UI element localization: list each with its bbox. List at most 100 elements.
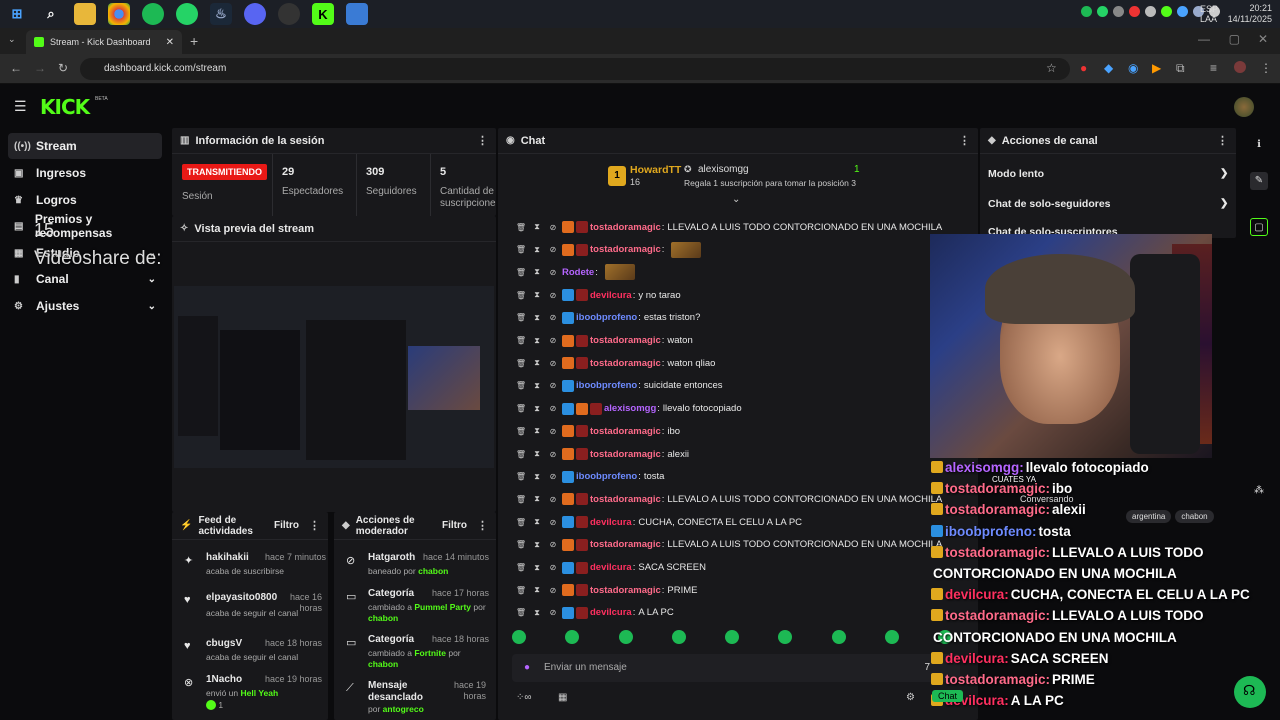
extension-icon-3[interactable]: ◉ (1128, 61, 1138, 75)
chat-username[interactable]: iboobprofeno (576, 380, 637, 391)
stream-preview-video[interactable] (174, 286, 494, 468)
record-tray-icon[interactable] (1129, 6, 1140, 17)
ban-icon[interactable]: ⊘ (546, 404, 560, 413)
chat-message[interactable]: 🗑 ⧗ ⊘ tostadoramagic: ibo (514, 422, 680, 440)
extension-icon-4[interactable]: ▶ (1152, 61, 1161, 75)
extension-icon[interactable]: ● (1080, 61, 1087, 75)
mod-item-actor[interactable]: chabon (368, 659, 398, 669)
emote-icon[interactable] (671, 630, 686, 644)
emote-icon[interactable] (565, 630, 580, 644)
more-options-icon[interactable]: ⋮ (477, 134, 488, 147)
sidebar-item-logros[interactable]: ♛ Logros (8, 187, 162, 213)
mod-item-name[interactable]: Categoría (368, 588, 414, 600)
tag-chip[interactable]: chabon (1175, 510, 1214, 523)
media-icon[interactable]: ≡ (1210, 61, 1217, 75)
bookmark-star-icon[interactable]: ☆ (1046, 61, 1057, 75)
trash-icon[interactable]: 🗑 (514, 336, 528, 345)
chat-message[interactable]: 🗑 ⧗ ⊘ tostadoramagic: LLEVALO A LUIS TODO CO… (514, 490, 942, 508)
profile-avatar-icon[interactable] (1234, 61, 1246, 73)
settings-icon[interactable]: ⚙ (906, 692, 915, 703)
ban-icon[interactable]: ⊘ (546, 563, 560, 572)
trash-icon[interactable]: 🗑 (514, 563, 528, 572)
chat-username[interactable]: iboobprofeno (576, 312, 637, 323)
steam-icon[interactable]: ♨ (210, 3, 232, 25)
trash-icon[interactable]: 🗑 (514, 450, 528, 459)
edit-icon[interactable]: ✎ (1250, 172, 1268, 190)
mod-filter-button[interactable]: Filtro (442, 520, 467, 531)
sidebar-item-premios[interactable]: ▤ Premios y recompensas (8, 212, 162, 240)
chat-username[interactable]: Rodete (562, 267, 594, 278)
ban-icon[interactable]: ⊘ (546, 518, 560, 527)
chat-message[interactable]: 🗑 ⧗ ⊘ tostadoramagic: (514, 241, 702, 259)
forward-icon[interactable]: → (34, 61, 46, 75)
action-slow-mode[interactable]: Modo lento ❯ (988, 168, 1228, 180)
chat-message[interactable]: 🗑 ⧗ ⊘ devilcura: CUCHA, CONECTA EL CELU A LA… (514, 513, 802, 531)
chat-message[interactable]: 🗑 ⧗ ⊘ devilcura: SACA SCREEN (514, 559, 706, 577)
chat-message[interactable]: 🗑 ⧗ ⊘ alexisomgg: llevalo fotocopiado (514, 400, 742, 418)
tag-chip[interactable]: argentina (1126, 510, 1172, 523)
back-icon[interactable]: ← (10, 61, 22, 75)
timeout-icon[interactable]: ⧗ (530, 245, 544, 255)
file-explorer-icon[interactable] (74, 3, 96, 25)
close-tab-icon[interactable]: ✕ (166, 37, 174, 48)
more-options-icon[interactable]: ⋮ (1217, 134, 1228, 147)
sidebar-item-ingresos[interactable]: ▣ Ingresos (8, 160, 162, 186)
leaderboard-user[interactable]: HowardTT (630, 164, 681, 176)
more-options-icon[interactable]: ⋮ (309, 519, 320, 532)
chrome-icon[interactable] (108, 3, 130, 25)
emote-icon[interactable] (831, 630, 846, 644)
mod-item-actor[interactable]: chabon (418, 566, 448, 576)
ban-icon[interactable]: ⊘ (546, 223, 560, 232)
ban-icon[interactable]: ⊘ (546, 291, 560, 300)
discord-icon[interactable] (244, 3, 266, 25)
reload-icon[interactable]: ↻ (58, 61, 68, 75)
trash-icon[interactable]: 🗑 (514, 268, 528, 277)
minimize-icon[interactable]: — (1198, 32, 1210, 46)
chat-username[interactable]: tostadoramagic (590, 426, 661, 437)
mod-item-name[interactable]: Hatgaroth (368, 552, 415, 564)
timeout-icon[interactable]: ⧗ (530, 517, 544, 527)
trash-icon[interactable]: 🗑 (514, 245, 528, 254)
ban-icon[interactable]: ⊘ (546, 313, 560, 322)
extension-icon-2[interactable]: ◆ (1104, 61, 1113, 75)
app-tray-icon[interactable] (1113, 6, 1124, 17)
timeout-icon[interactable]: ⧗ (530, 494, 544, 504)
chat-message[interactable]: 🗑 ⧗ ⊘ tostadoramagic: alexii (514, 445, 689, 463)
chat-username[interactable]: tostadoramagic (590, 358, 661, 369)
trash-icon[interactable]: 🗑 (514, 608, 528, 617)
obs-icon[interactable] (278, 3, 300, 25)
ban-icon[interactable]: ⊘ (546, 586, 560, 595)
trash-icon[interactable]: 🗑 (514, 313, 528, 322)
timeout-icon[interactable]: ⧗ (530, 222, 544, 232)
chat-message[interactable]: 🗑 ⧗ ⊘ tostadoramagic: waton qliao (514, 354, 715, 372)
chat-username[interactable]: tostadoramagic (590, 449, 661, 460)
url-field[interactable]: dashboard.kick.com/stream (80, 58, 1070, 80)
timeout-icon[interactable]: ⧗ (530, 358, 544, 368)
mod-item-name[interactable]: Categoría (368, 634, 414, 646)
whatsapp-tray-icon[interactable] (1097, 6, 1108, 17)
notes-icon[interactable] (346, 3, 368, 25)
ban-icon[interactable]: ⊘ (546, 268, 560, 277)
info-icon[interactable]: ℹ (1250, 136, 1268, 154)
sidebar-item-stream[interactable]: ((•)) Stream (8, 133, 162, 159)
feed-item-name[interactable]: cbugsV (206, 638, 242, 650)
ban-icon[interactable]: ⊘ (546, 540, 560, 549)
maximize-icon[interactable]: ▢ (1229, 32, 1240, 46)
browser-tab[interactable]: Stream - Kick Dashboard ✕ (26, 30, 182, 54)
action-subs-only[interactable]: Chat de solo-suscriptores (988, 226, 1118, 234)
kick-tray-icon[interactable] (1161, 6, 1172, 17)
feed-filter-button[interactable]: Filtro (274, 520, 299, 531)
chat-message[interactable]: 🗑 ⧗ ⊘ iboobprofeno: tosta (514, 468, 664, 486)
action-followers-only[interactable]: Chat de solo-seguidores ❯ (988, 198, 1228, 210)
chat-message[interactable]: 🗑 ⧗ ⊘ iboobprofeno: suicidate entonces (514, 377, 723, 395)
chat-username[interactable]: tostadoramagic (590, 222, 661, 233)
timeout-icon[interactable]: ⧗ (530, 563, 544, 573)
timeout-icon[interactable]: ⧗ (530, 608, 544, 618)
timeout-icon[interactable]: ⧗ (530, 449, 544, 459)
search-icon[interactable]: ⌕ (40, 3, 62, 25)
chat-username[interactable]: tostadoramagic (590, 244, 661, 255)
mod-item-category[interactable]: Fortnite (414, 648, 446, 658)
kick-app-icon[interactable]: K (312, 3, 334, 25)
chat-message[interactable]: 🗑 ⧗ ⊘ tostadoramagic: LLEVALO A LUIS TODO CO… (514, 218, 942, 236)
trash-icon[interactable]: 🗑 (514, 291, 528, 300)
